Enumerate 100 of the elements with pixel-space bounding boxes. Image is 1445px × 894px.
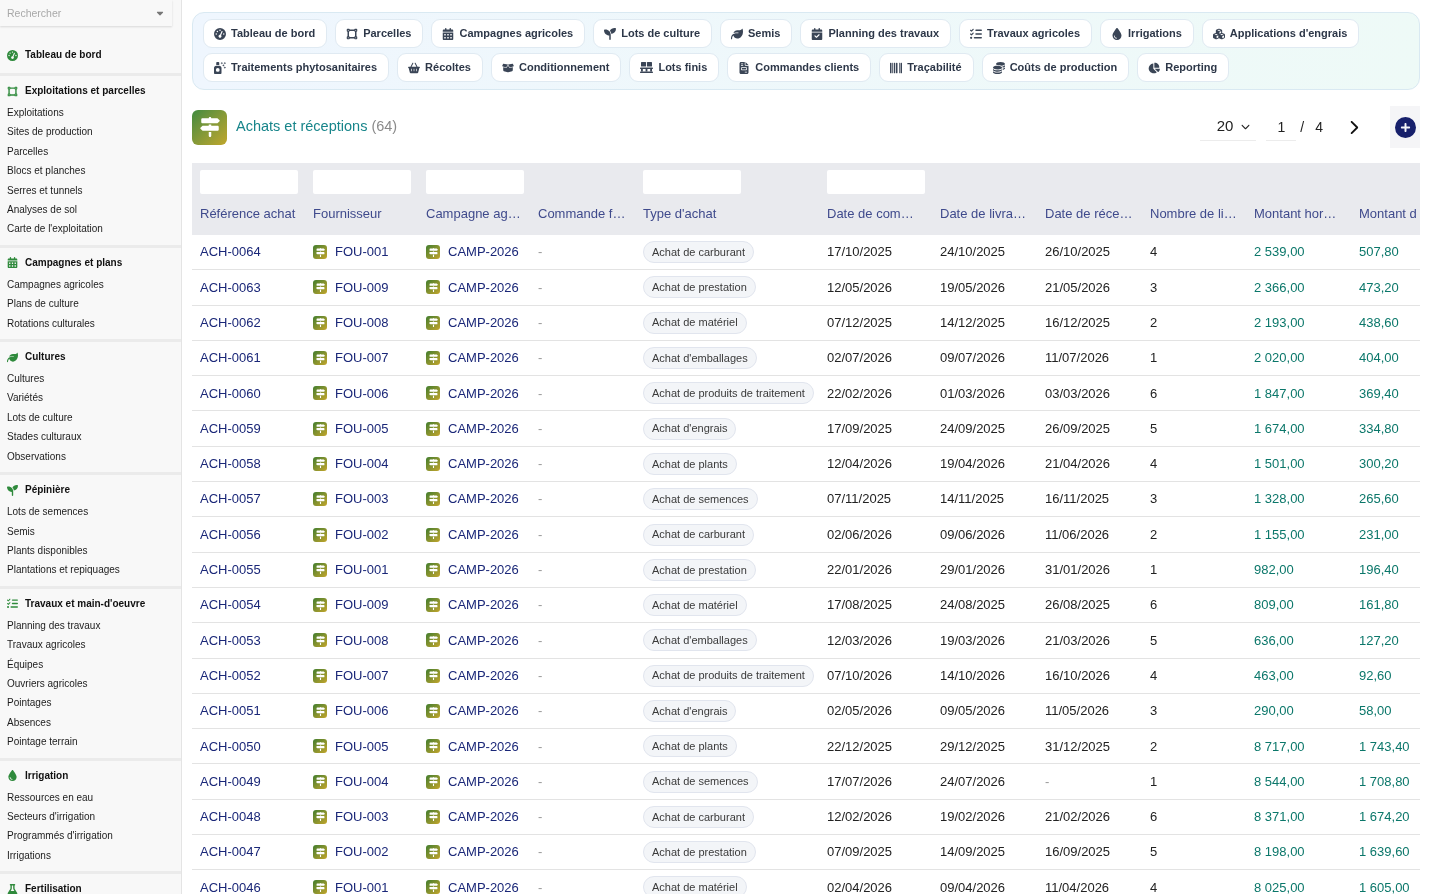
sidebar-item[interactable]: Parcelles xyxy=(0,141,49,162)
sidebar-item[interactable]: Rotations culturales xyxy=(0,313,95,334)
reference-link[interactable]: ACH-0062 xyxy=(200,313,261,333)
sidebar-section-title[interactable]: Exploitations et parcelles xyxy=(0,83,146,99)
sidebar-item[interactable]: Variétés xyxy=(0,388,43,408)
page-size-select[interactable]: 20 xyxy=(1200,113,1257,141)
entity-link[interactable]: CAMP-2026 xyxy=(448,560,519,580)
entity-link[interactable]: FOU-001 xyxy=(335,877,389,894)
reference-link[interactable]: ACH-0059 xyxy=(200,418,261,439)
entity-link[interactable]: CAMP-2026 xyxy=(448,242,519,262)
reference-link[interactable]: ACH-0050 xyxy=(200,736,261,757)
nav-tab[interactable]: Planning des travaux xyxy=(800,19,952,48)
nav-tab[interactable]: Tableau de bord xyxy=(203,19,328,48)
entity-link[interactable]: CAMP-2026 xyxy=(448,701,519,721)
column-header[interactable]: Commande f… xyxy=(538,205,626,223)
sidebar-item[interactable]: Plantations et repiquages xyxy=(0,560,120,580)
nav-tab[interactable]: Parcelles xyxy=(335,19,424,48)
sidebar-section-title[interactable]: Travaux et main-d'oeuvre xyxy=(0,595,146,612)
sidebar-section-title[interactable]: Cultures xyxy=(0,349,66,366)
reference-link[interactable]: ACH-0056 xyxy=(200,524,261,545)
sidebar-item[interactable]: Carte de l'exploitation xyxy=(0,219,103,239)
column-header[interactable]: Montant d xyxy=(1359,205,1417,223)
sidebar-section-title[interactable]: Irrigation xyxy=(0,767,69,784)
sidebar-item[interactable]: Travaux agricoles xyxy=(0,635,86,655)
entity-link[interactable]: FOU-005 xyxy=(335,736,389,757)
sidebar-item[interactable]: Lots de culture xyxy=(0,407,73,428)
sidebar-item[interactable]: Plans de culture xyxy=(0,294,79,314)
sidebar-item[interactable]: Semis xyxy=(0,521,35,541)
entity-link[interactable]: CAMP-2026 xyxy=(448,877,519,894)
reference-link[interactable]: ACH-0058 xyxy=(200,454,261,474)
reference-link[interactable]: ACH-0063 xyxy=(200,277,261,298)
entity-link[interactable]: FOU-004 xyxy=(335,771,389,792)
reference-link[interactable]: ACH-0047 xyxy=(200,842,261,862)
sidebar-item[interactable]: Programmés d'irrigation xyxy=(0,826,113,846)
entity-link[interactable]: FOU-002 xyxy=(335,524,389,545)
entity-link[interactable]: FOU-009 xyxy=(335,277,389,298)
reference-link[interactable]: ACH-0060 xyxy=(200,383,261,404)
search-field[interactable]: Rechercher xyxy=(0,0,172,26)
reference-link[interactable]: ACH-0051 xyxy=(200,701,261,721)
column-header[interactable]: Nombre de li… xyxy=(1150,205,1237,223)
sidebar-item[interactable]: Irrigations xyxy=(0,845,51,866)
entity-link[interactable]: FOU-006 xyxy=(335,701,389,721)
entity-link[interactable]: CAMP-2026 xyxy=(448,630,519,651)
reference-link[interactable]: ACH-0054 xyxy=(200,595,261,615)
page-field[interactable]: 1 xyxy=(1266,113,1297,141)
sidebar-item[interactable]: Plants disponibles xyxy=(0,540,88,561)
entity-link[interactable]: CAMP-2026 xyxy=(448,771,519,792)
entity-link[interactable]: FOU-005 xyxy=(335,418,389,439)
entity-link[interactable]: CAMP-2026 xyxy=(448,524,519,545)
entity-link[interactable]: FOU-008 xyxy=(335,313,389,333)
reference-link[interactable]: ACH-0061 xyxy=(200,348,261,368)
nav-tab[interactable]: Travaux agricoles xyxy=(959,19,1093,48)
entity-link[interactable]: CAMP-2026 xyxy=(448,418,519,439)
entity-link[interactable]: CAMP-2026 xyxy=(448,807,519,827)
nav-tab[interactable]: Semis xyxy=(720,19,793,48)
reference-link[interactable]: ACH-0064 xyxy=(200,242,261,262)
column-header[interactable]: Date de réce… xyxy=(1045,205,1133,223)
sidebar-section-title[interactable]: Pépinière xyxy=(0,482,71,499)
column-header[interactable]: Fournisseur xyxy=(313,205,382,223)
column-header[interactable]: Date de com… xyxy=(827,205,914,223)
entity-link[interactable]: FOU-001 xyxy=(335,560,389,580)
sidebar-item[interactable]: Équipes xyxy=(0,654,44,674)
entity-link[interactable]: FOU-001 xyxy=(335,242,389,262)
sidebar-item[interactable]: Sites de production xyxy=(0,122,93,142)
nav-tab[interactable]: Campagnes agricoles xyxy=(431,19,586,48)
nav-tab[interactable]: Coûts de production xyxy=(981,53,1130,82)
sidebar-item[interactable]: Pointage terrain xyxy=(0,732,78,752)
entity-link[interactable]: CAMP-2026 xyxy=(448,489,519,509)
sidebar-item[interactable]: Exploitations xyxy=(0,103,64,123)
sidebar-item[interactable]: Campagnes agricoles xyxy=(0,274,104,295)
add-button[interactable] xyxy=(1390,106,1420,148)
entity-link[interactable]: CAMP-2026 xyxy=(448,736,519,757)
entity-link[interactable]: FOU-003 xyxy=(335,807,389,827)
sidebar-item[interactable]: Ouvriers agricoles xyxy=(0,673,88,694)
entity-link[interactable]: FOU-004 xyxy=(335,454,389,474)
entity-link[interactable]: FOU-006 xyxy=(335,383,389,404)
sidebar-section-title[interactable]: Fertilisation xyxy=(0,881,82,894)
nav-tab[interactable]: Conditionnement xyxy=(490,53,622,82)
entity-link[interactable]: FOU-007 xyxy=(335,665,389,686)
sidebar-item[interactable]: Analyses de sol xyxy=(0,200,78,220)
sidebar-item[interactable]: Planning des travaux xyxy=(0,615,101,636)
reference-link[interactable]: ACH-0052 xyxy=(200,665,261,686)
reference-link[interactable]: ACH-0046 xyxy=(200,877,261,894)
sidebar-section-title[interactable]: Campagnes et plans xyxy=(0,254,123,271)
nav-tab[interactable]: Applications d'engrais xyxy=(1201,19,1360,48)
entity-link[interactable]: CAMP-2026 xyxy=(448,313,519,333)
reference-link[interactable]: ACH-0057 xyxy=(200,489,261,509)
reference-link[interactable]: ACH-0053 xyxy=(200,630,261,651)
sidebar-item[interactable]: Secteurs d'irrigation xyxy=(0,806,96,827)
column-header[interactable]: Campagne ag… xyxy=(426,205,521,223)
nav-tab[interactable]: Récoltes xyxy=(397,53,483,82)
sidebar-section-title[interactable]: Tableau de bord xyxy=(0,47,102,63)
sidebar-item[interactable]: Pointages xyxy=(0,693,52,713)
nav-tab[interactable]: Commandes clients xyxy=(727,53,872,82)
sidebar-item[interactable]: Serres et tunnels xyxy=(0,180,83,201)
sidebar-item[interactable]: Blocs et planches xyxy=(0,161,86,181)
entity-link[interactable]: CAMP-2026 xyxy=(448,842,519,862)
entity-link[interactable]: FOU-009 xyxy=(335,595,389,615)
sidebar-item[interactable]: Absences xyxy=(0,712,51,733)
entity-link[interactable]: CAMP-2026 xyxy=(448,595,519,615)
